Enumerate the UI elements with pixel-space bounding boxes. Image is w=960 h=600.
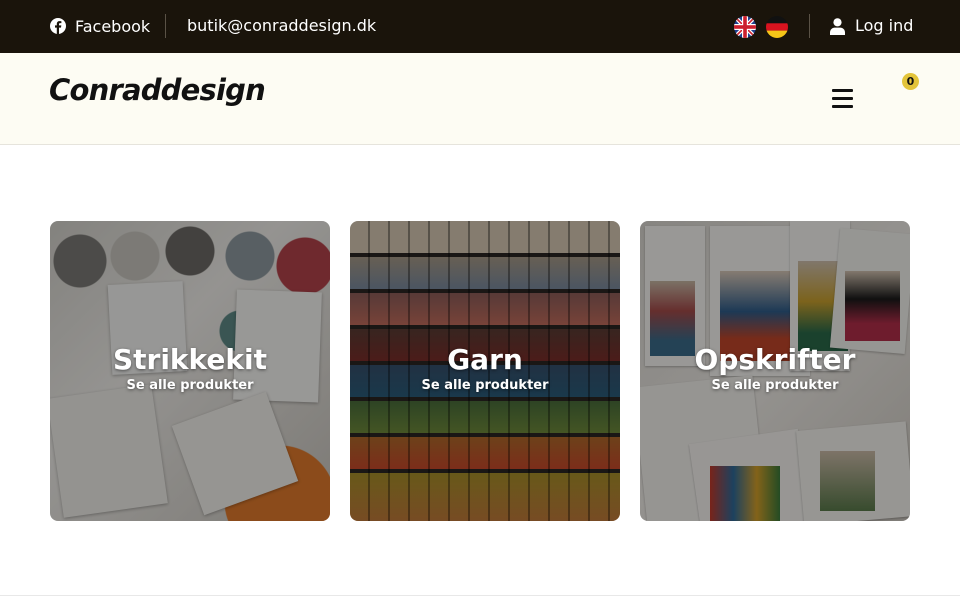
facebook-icon xyxy=(50,18,66,34)
login-link[interactable]: Log ind xyxy=(830,15,913,37)
german-flag-icon[interactable] xyxy=(766,16,788,38)
divider xyxy=(809,14,810,38)
site-header: Conraddesign 0 xyxy=(0,53,960,145)
email-link[interactable]: butik@conraddesign.dk xyxy=(187,15,376,37)
category-card-opskrifter[interactable]: Opskrifter Se alle produkter xyxy=(640,221,910,521)
facebook-label: Facebook xyxy=(75,16,151,36)
divider xyxy=(0,595,960,596)
category-card-garn[interactable]: Garn Se alle produkter xyxy=(350,221,620,521)
divider xyxy=(165,14,166,38)
login-label: Log ind xyxy=(855,16,914,35)
card-subtitle[interactable]: Se alle produkter xyxy=(350,378,620,393)
uk-flag-icon[interactable] xyxy=(734,16,756,38)
user-icon xyxy=(830,17,845,35)
card-subtitle[interactable]: Se alle produkter xyxy=(640,378,910,393)
card-title: Garn xyxy=(447,343,523,376)
top-bar: Facebook butik@conraddesign.dk Log ind xyxy=(0,0,960,53)
category-card-strikkekit[interactable]: Strikkekit Se alle produkter xyxy=(50,221,330,521)
facebook-link[interactable]: Facebook xyxy=(50,15,150,37)
logo[interactable]: Conraddesign xyxy=(49,73,266,107)
menu-icon[interactable] xyxy=(830,89,854,109)
card-subtitle[interactable]: Se alle produkter xyxy=(50,378,330,393)
card-title: Strikkekit xyxy=(112,343,268,376)
cart-count-badge[interactable]: 0 xyxy=(902,73,919,90)
card-title: Opskrifter xyxy=(694,343,856,376)
